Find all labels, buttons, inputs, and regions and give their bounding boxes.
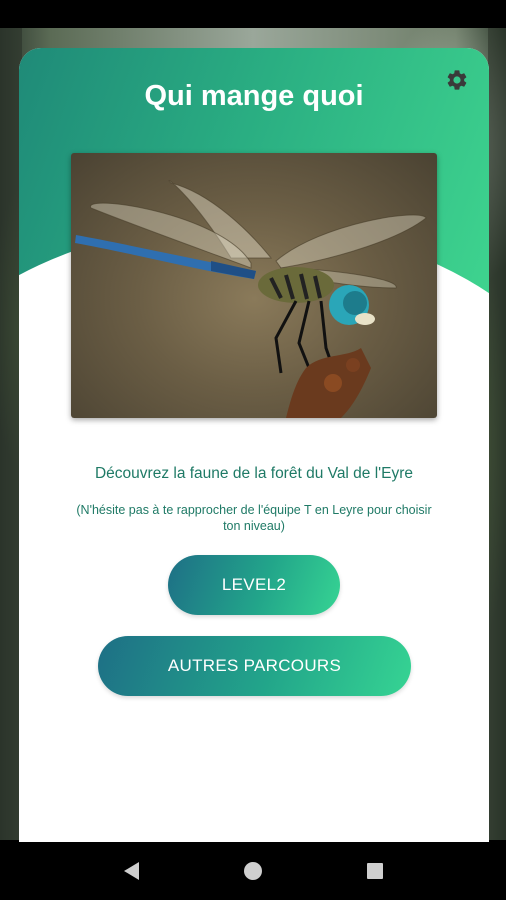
tagline-text: Découvrez la faune de la forêt du Val de… [94, 465, 414, 482]
settings-button[interactable] [443, 66, 471, 94]
back-button[interactable] [111, 851, 151, 891]
status-bar [0, 0, 506, 28]
main-card: Qui mange quoi Découvrez la faune de la … [19, 48, 489, 842]
hint-text: (N'hésite pas à te rapprocher de l'équip… [76, 503, 432, 533]
level-button[interactable]: LEVEL2 [168, 555, 340, 615]
app-title: Qui mange quoi [144, 80, 364, 112]
triangle-back-icon [124, 862, 139, 880]
home-button[interactable] [233, 851, 273, 891]
dragonfly-photo [71, 153, 437, 418]
navigation-bar [0, 842, 506, 900]
recents-button[interactable] [355, 851, 395, 891]
gear-icon [447, 70, 467, 90]
other-routes-button[interactable]: AUTRES PARCOURS [98, 636, 411, 696]
square-recents-icon [367, 863, 383, 879]
circle-home-icon [244, 862, 262, 880]
